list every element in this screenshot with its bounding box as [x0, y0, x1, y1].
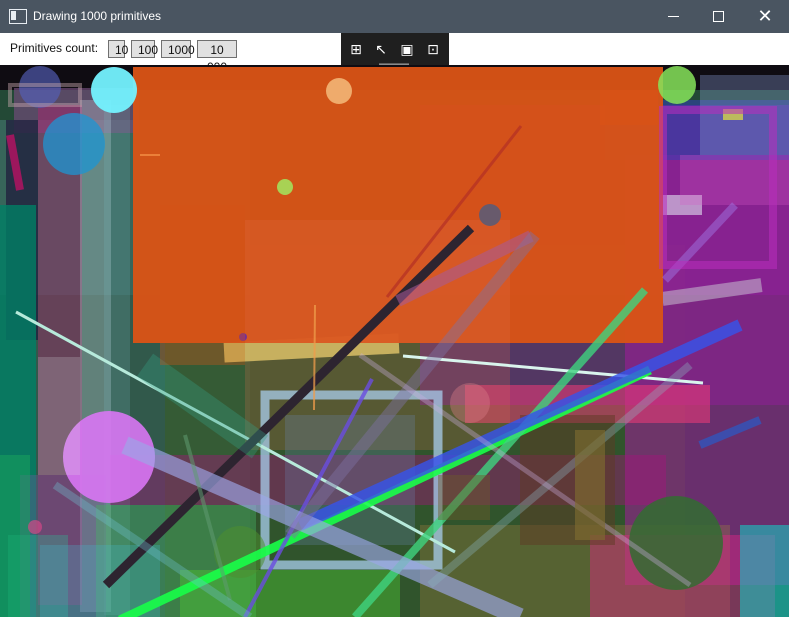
display-layout-adorners-icon[interactable]: ▣	[398, 41, 416, 59]
select-element-icon[interactable]: ↖	[372, 41, 390, 59]
track-focused-element-icon[interactable]: ⊡	[424, 41, 442, 59]
maximize-button[interactable]	[696, 0, 742, 33]
close-button[interactable]: ✕	[742, 0, 788, 33]
app-window: Drawing 1000 primitives ✕ Primitives cou…	[0, 0, 789, 617]
primitives-count-label: Primitives count:	[10, 41, 99, 55]
window-title: Drawing 1000 primitives	[33, 9, 162, 23]
window-app-icon	[9, 9, 27, 24]
minimize-button[interactable]	[650, 0, 696, 33]
minimize-icon	[668, 16, 679, 17]
title-bar[interactable]: Drawing 1000 primitives ✕	[0, 0, 789, 33]
primitives-canvas[interactable]	[0, 65, 789, 617]
count-100-button[interactable]: 100	[131, 40, 158, 58]
count-1000-button[interactable]: 1000	[161, 40, 195, 58]
count-10000-button[interactable]: 10 000	[197, 40, 237, 74]
primitives-drawing	[0, 65, 789, 617]
maximize-icon	[713, 11, 724, 22]
live-visual-tree-icon[interactable]: ⊞	[347, 41, 365, 59]
close-icon: ✕	[757, 6, 773, 27]
count-10-button[interactable]: 10	[108, 40, 128, 58]
